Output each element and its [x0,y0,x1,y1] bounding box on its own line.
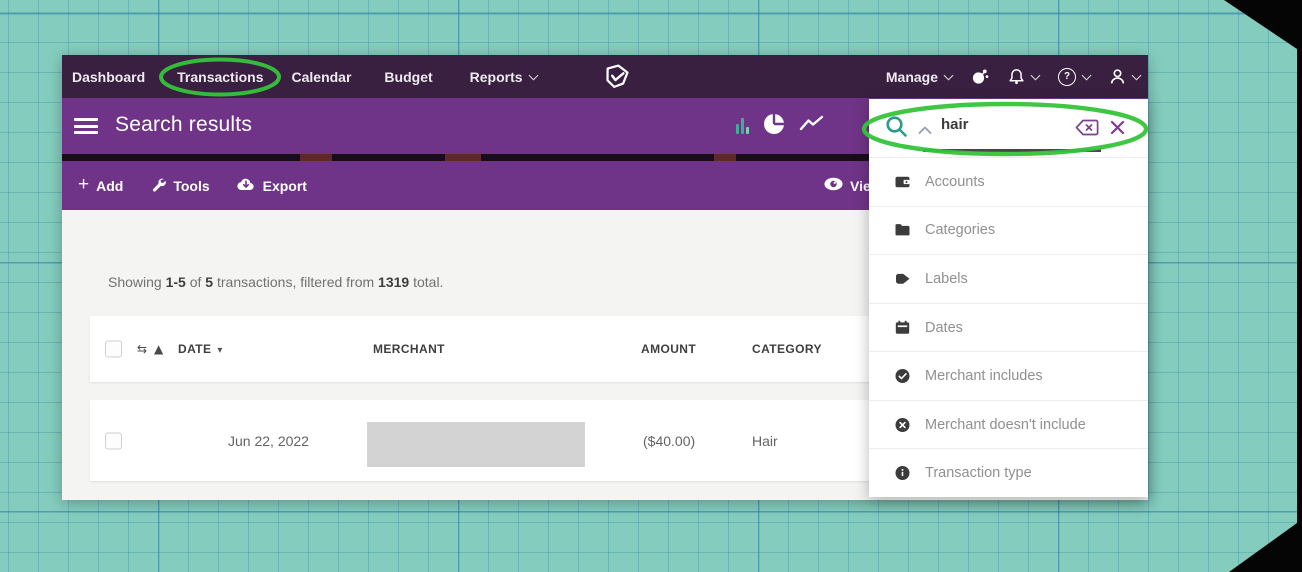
close-icon[interactable] [1110,120,1125,140]
transaction-category: Hair [752,433,778,449]
filter-item-merchant-includes[interactable]: Merchant includes [869,351,1148,400]
merchant-redacted-box [367,422,585,467]
transfer-icon[interactable]: ⇆ [137,342,147,356]
info-circle-icon [895,465,910,481]
nav-transactions[interactable]: Transactions [177,69,263,85]
brand-logo-icon[interactable] [603,63,630,95]
chevron-down-icon [1031,70,1041,80]
calendar-icon [895,320,910,336]
nav-budget[interactable]: Budget [384,69,432,85]
tag-icon [895,271,910,287]
timeline-segment [445,154,481,161]
filter-item-merchant-doesnt-include[interactable]: Merchant doesn't include [869,400,1148,449]
warning-triangle-icon[interactable]: ▲ [154,342,163,356]
nav-calendar[interactable]: Calendar [292,69,352,85]
navbar-right-group: Manage [886,55,1140,98]
chevron-down-icon [1132,70,1142,80]
nav-manage-label: Manage [886,69,938,85]
select-all-checkbox[interactable] [105,341,122,358]
eye-icon [823,176,844,195]
pie-chart-icon[interactable] [762,112,786,141]
chevron-up-icon[interactable] [918,122,932,140]
column-header-date[interactable]: DATE▾ [178,342,223,356]
search-bar [869,99,1148,157]
cloud-export-icon [236,177,256,195]
add-button[interactable]: + Add [78,178,123,194]
export-button[interactable]: Export [236,177,307,195]
nav-reports[interactable]: Reports [470,69,537,85]
nav-manage[interactable]: Manage [886,69,952,85]
search-icon[interactable] [884,114,911,146]
column-header-merchant[interactable]: MERCHANT [373,342,445,356]
x-circle-icon [895,417,910,433]
chevron-down-icon [528,70,538,80]
search-input[interactable] [939,115,1068,134]
tools-label: Tools [173,178,209,194]
nav-dashboard[interactable]: Dashboard [72,69,145,85]
folder-icon [895,222,910,238]
timeline-segment [714,154,736,161]
filter-item-transaction-type[interactable]: Transaction type [869,448,1148,497]
chevron-down-icon [1082,70,1092,80]
timeline-segment [300,154,332,161]
chevron-down-icon [944,70,954,80]
filter-item-dates[interactable]: Dates [869,303,1148,352]
sort-caret-icon: ▾ [217,345,222,356]
hamburger-menu-icon[interactable] [74,118,98,134]
bar-chart-icon[interactable] [736,118,749,134]
transaction-date: Jun 22, 2022 [228,433,309,449]
search-dropdown-panel: Accounts Categories Labels [869,99,1148,497]
backspace-icon[interactable] [1075,119,1099,141]
page-title: Search results [115,113,252,137]
check-circle-icon [895,368,910,384]
main-nav: Dashboard Transactions Calendar Budget R… [62,69,537,85]
export-label: Export [263,178,307,194]
user-account-icon[interactable] [1109,68,1140,85]
nav-reports-label: Reports [470,69,523,85]
add-label: Add [96,178,123,194]
notifications-bell-icon[interactable] [1008,68,1039,85]
filter-item-labels[interactable]: Labels [869,254,1148,303]
help-icon[interactable]: ? [1058,68,1090,86]
wallet-icon [895,174,910,190]
assistant-icon[interactable] [971,68,989,85]
filter-item-categories[interactable]: Categories [869,206,1148,255]
top-navbar: Dashboard Transactions Calendar Budget R… [62,55,1148,98]
input-underline [923,149,1101,152]
row-checkbox[interactable] [105,432,122,449]
wrench-icon [151,177,166,195]
filter-item-accounts[interactable]: Accounts [869,157,1148,206]
column-header-category[interactable]: CATEGORY [752,342,822,356]
results-summary: Showing 1-5 of 5 transactions, filtered … [108,274,443,290]
column-header-amount[interactable]: AMOUNT [641,342,696,356]
screenshot-stage: Dashboard Transactions Calendar Budget R… [0,0,1302,572]
tools-button[interactable]: Tools [151,177,209,195]
line-chart-icon[interactable] [799,114,824,138]
plus-icon: + [78,178,89,192]
question-mark-icon: ? [1058,68,1076,86]
view-toggle-icons [736,112,824,140]
transaction-amount: ($40.00) [643,433,695,449]
